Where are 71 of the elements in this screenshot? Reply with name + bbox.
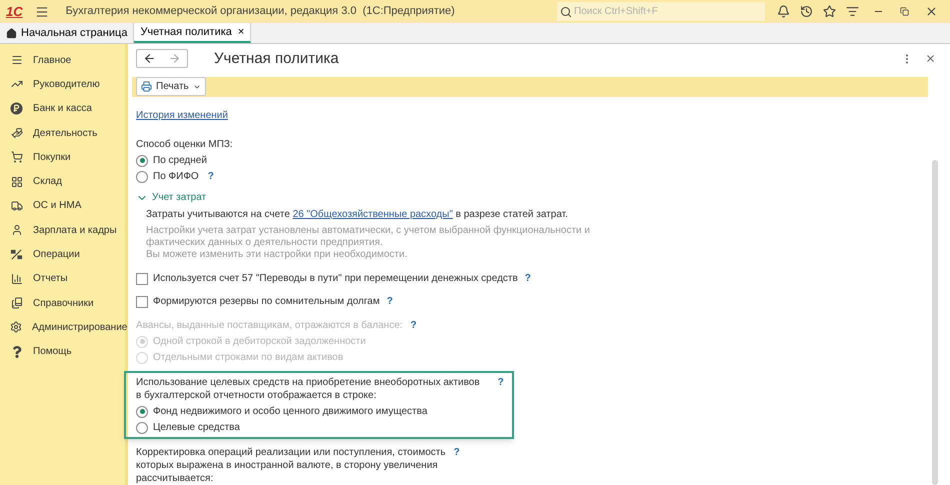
- help-link[interactable]: ?: [498, 376, 504, 389]
- checkbox-label[interactable]: Используется счет 57 "Переводы в пути" при перемещении денежных средств: [153, 272, 518, 285]
- radio-button[interactable]: [136, 154, 148, 166]
- section-toggle[interactable]: Учет затрат: [136, 191, 206, 204]
- sidebar-item[interactable]: Деятельность: [33, 126, 98, 140]
- help-link[interactable]: ?: [208, 170, 214, 183]
- cost-info-text: Затраты учитываются на счете 26 "Общехозяйственные расходы" в разрезе статей затрат.: [145, 208, 569, 221]
- form-title: Учетная политика: [214, 52, 339, 66]
- radio-button[interactable]: [136, 406, 148, 418]
- person-icon: [10, 224, 22, 236]
- tab-close[interactable]: ×: [238, 26, 244, 38]
- radio-label[interactable]: Целевые средства: [153, 421, 240, 434]
- history-link[interactable]: История изменений: [136, 109, 228, 122]
- sidebar-item[interactable]: Склад: [33, 175, 62, 188]
- grid-icon: [10, 176, 22, 188]
- history-icon[interactable]: [800, 5, 813, 18]
- menu-icon: [10, 54, 22, 66]
- books-icon: [10, 297, 22, 310]
- sidebar-item[interactable]: Банк и касса: [33, 102, 92, 116]
- forward-icon[interactable]: [168, 52, 181, 66]
- account-link[interactable]: 26 "Общехозяйственные расходы": [292, 209, 453, 220]
- radio-label[interactable]: По ФИФО: [153, 170, 199, 183]
- sidebar-item[interactable]: Операции: [33, 248, 80, 262]
- group-label: Корректировка операций реализации или поступления, стоимость которых выражена в иностранной валюте, в сторону увеличения рассчитывается:: [136, 446, 446, 485]
- checkbox-label[interactable]: Формируются резервы по сомнительным долгам: [153, 295, 380, 308]
- close-icon[interactable]: [925, 5, 938, 18]
- hands-icon: [10, 127, 22, 140]
- sidebar-item[interactable]: Помощь: [33, 345, 72, 358]
- printer-icon: [141, 81, 152, 92]
- bar-chart-icon: [10, 272, 22, 285]
- group-label: Способ оценки МПЗ:: [136, 138, 233, 151]
- radio-button[interactable]: [136, 170, 148, 182]
- window-title: Бухгалтерия некоммерческой организации, редакция 3.0 (1С:Предприятие): [66, 5, 455, 18]
- app-logo: 1С: [6, 5, 23, 18]
- cart-icon: [10, 151, 22, 164]
- help-link[interactable]: ?: [454, 446, 460, 459]
- sidebar-item[interactable]: ОС и НМА: [33, 199, 82, 212]
- truck-icon: [10, 200, 22, 212]
- radio-label[interactable]: По средней: [153, 154, 207, 167]
- search-field[interactable]: Поиск Ctrl+Shift+F: [557, 2, 765, 21]
- checkbox[interactable]: [136, 296, 148, 308]
- sidebar-item[interactable]: Главное: [33, 54, 72, 67]
- checkbox[interactable]: [136, 272, 148, 284]
- restore-icon[interactable]: [900, 7, 909, 16]
- star-icon[interactable]: [823, 5, 836, 18]
- sidebar-item[interactable]: Администрирование: [32, 320, 128, 334]
- filter-icon[interactable]: [846, 5, 859, 18]
- sidebar-item[interactable]: Покупки: [33, 150, 71, 164]
- radio-label[interactable]: Фонд недвижимого и особо ценного движимого имущества: [153, 405, 428, 418]
- settings-icon: [10, 321, 22, 334]
- tab[interactable]: Учетная политика ×: [134, 23, 252, 43]
- home-icon: [6, 28, 17, 38]
- group-label: Авансы, выданные поставщикам, отражаются в балансе:: [136, 319, 403, 332]
- scrollbar[interactable]: [932, 160, 938, 485]
- bell-icon[interactable]: [777, 5, 790, 18]
- settings-note: Настройки учета затрат установлены автоматически, с учетом выбранной функциональности и фактических данных о деятельности предприятия. Вы можете изменить эти настройки при необходимости.: [145, 225, 592, 261]
- menu-icon[interactable]: [34, 4, 49, 18]
- sidebar-item[interactable]: Зарплата и кадры: [33, 224, 117, 237]
- ruble-icon: [10, 102, 23, 116]
- help-link[interactable]: ?: [524, 272, 531, 285]
- help-icon: [10, 346, 22, 358]
- close-icon[interactable]: [925, 53, 936, 64]
- sidebar-item[interactable]: Руководителю: [33, 78, 100, 91]
- search-icon: [560, 6, 572, 18]
- help-link[interactable]: ?: [386, 295, 393, 308]
- print-button[interactable]: Печать: [136, 77, 206, 96]
- radio-button[interactable]: [136, 422, 148, 434]
- sidebar-item[interactable]: Отчеты: [33, 272, 68, 286]
- group-label: Использование целевых средств на приобретение внеоборотных активов в бухгалтерской отчетности отображается в строке:: [136, 376, 480, 402]
- back-icon[interactable]: [143, 52, 156, 66]
- sidebar-item[interactable]: Справочники: [33, 296, 94, 310]
